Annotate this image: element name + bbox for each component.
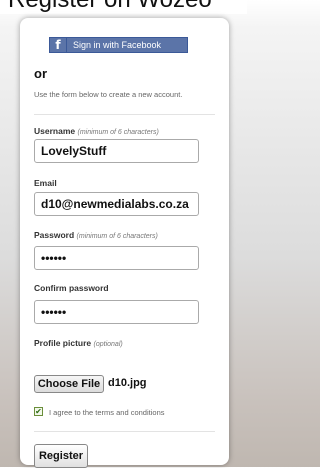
username-label: Username (minimum of 6 characters) xyxy=(34,126,159,136)
facebook-signin-button[interactable]: f Sign in with Facebook xyxy=(49,37,188,53)
confirm-password-field[interactable]: •••••• xyxy=(34,300,199,324)
selected-filename: d10.jpg xyxy=(108,377,147,389)
divider xyxy=(34,431,215,432)
username-field[interactable]: LovelyStuff xyxy=(34,139,199,163)
username-hint: (minimum of 6 characters) xyxy=(77,129,159,136)
confirm-password-label: Confirm password xyxy=(34,283,109,293)
register-button[interactable]: Register xyxy=(34,444,88,468)
choose-file-button[interactable]: Choose File xyxy=(34,375,104,393)
terms-label[interactable]: I agree to the terms and conditions xyxy=(49,408,165,417)
profile-picture-hint: (optional) xyxy=(93,341,123,348)
checkmark-icon: ✔ xyxy=(35,407,42,416)
password-label: Password (minimum of 6 characters) xyxy=(34,230,158,240)
page-title: Register on Wozeo xyxy=(8,0,212,14)
password-field[interactable]: •••••• xyxy=(34,246,199,270)
email-label: Email xyxy=(34,178,57,188)
page-heading-band: Register on Wozeo xyxy=(0,0,247,14)
registration-panel: f Sign in with Facebook or Use the form … xyxy=(20,18,229,468)
divider xyxy=(34,114,215,115)
profile-picture-label: Profile picture (optional) xyxy=(34,338,123,348)
email-field[interactable]: d10@newmedialabs.co.za xyxy=(34,192,199,216)
facebook-signin-label: Sign in with Facebook xyxy=(73,40,162,50)
terms-checkbox[interactable]: ✔ xyxy=(34,407,43,416)
or-separator: or xyxy=(34,66,47,81)
password-hint: (minimum of 6 characters) xyxy=(76,233,158,240)
form-intro: Use the form below to create a new accou… xyxy=(34,90,183,99)
facebook-icon: f xyxy=(50,38,67,52)
